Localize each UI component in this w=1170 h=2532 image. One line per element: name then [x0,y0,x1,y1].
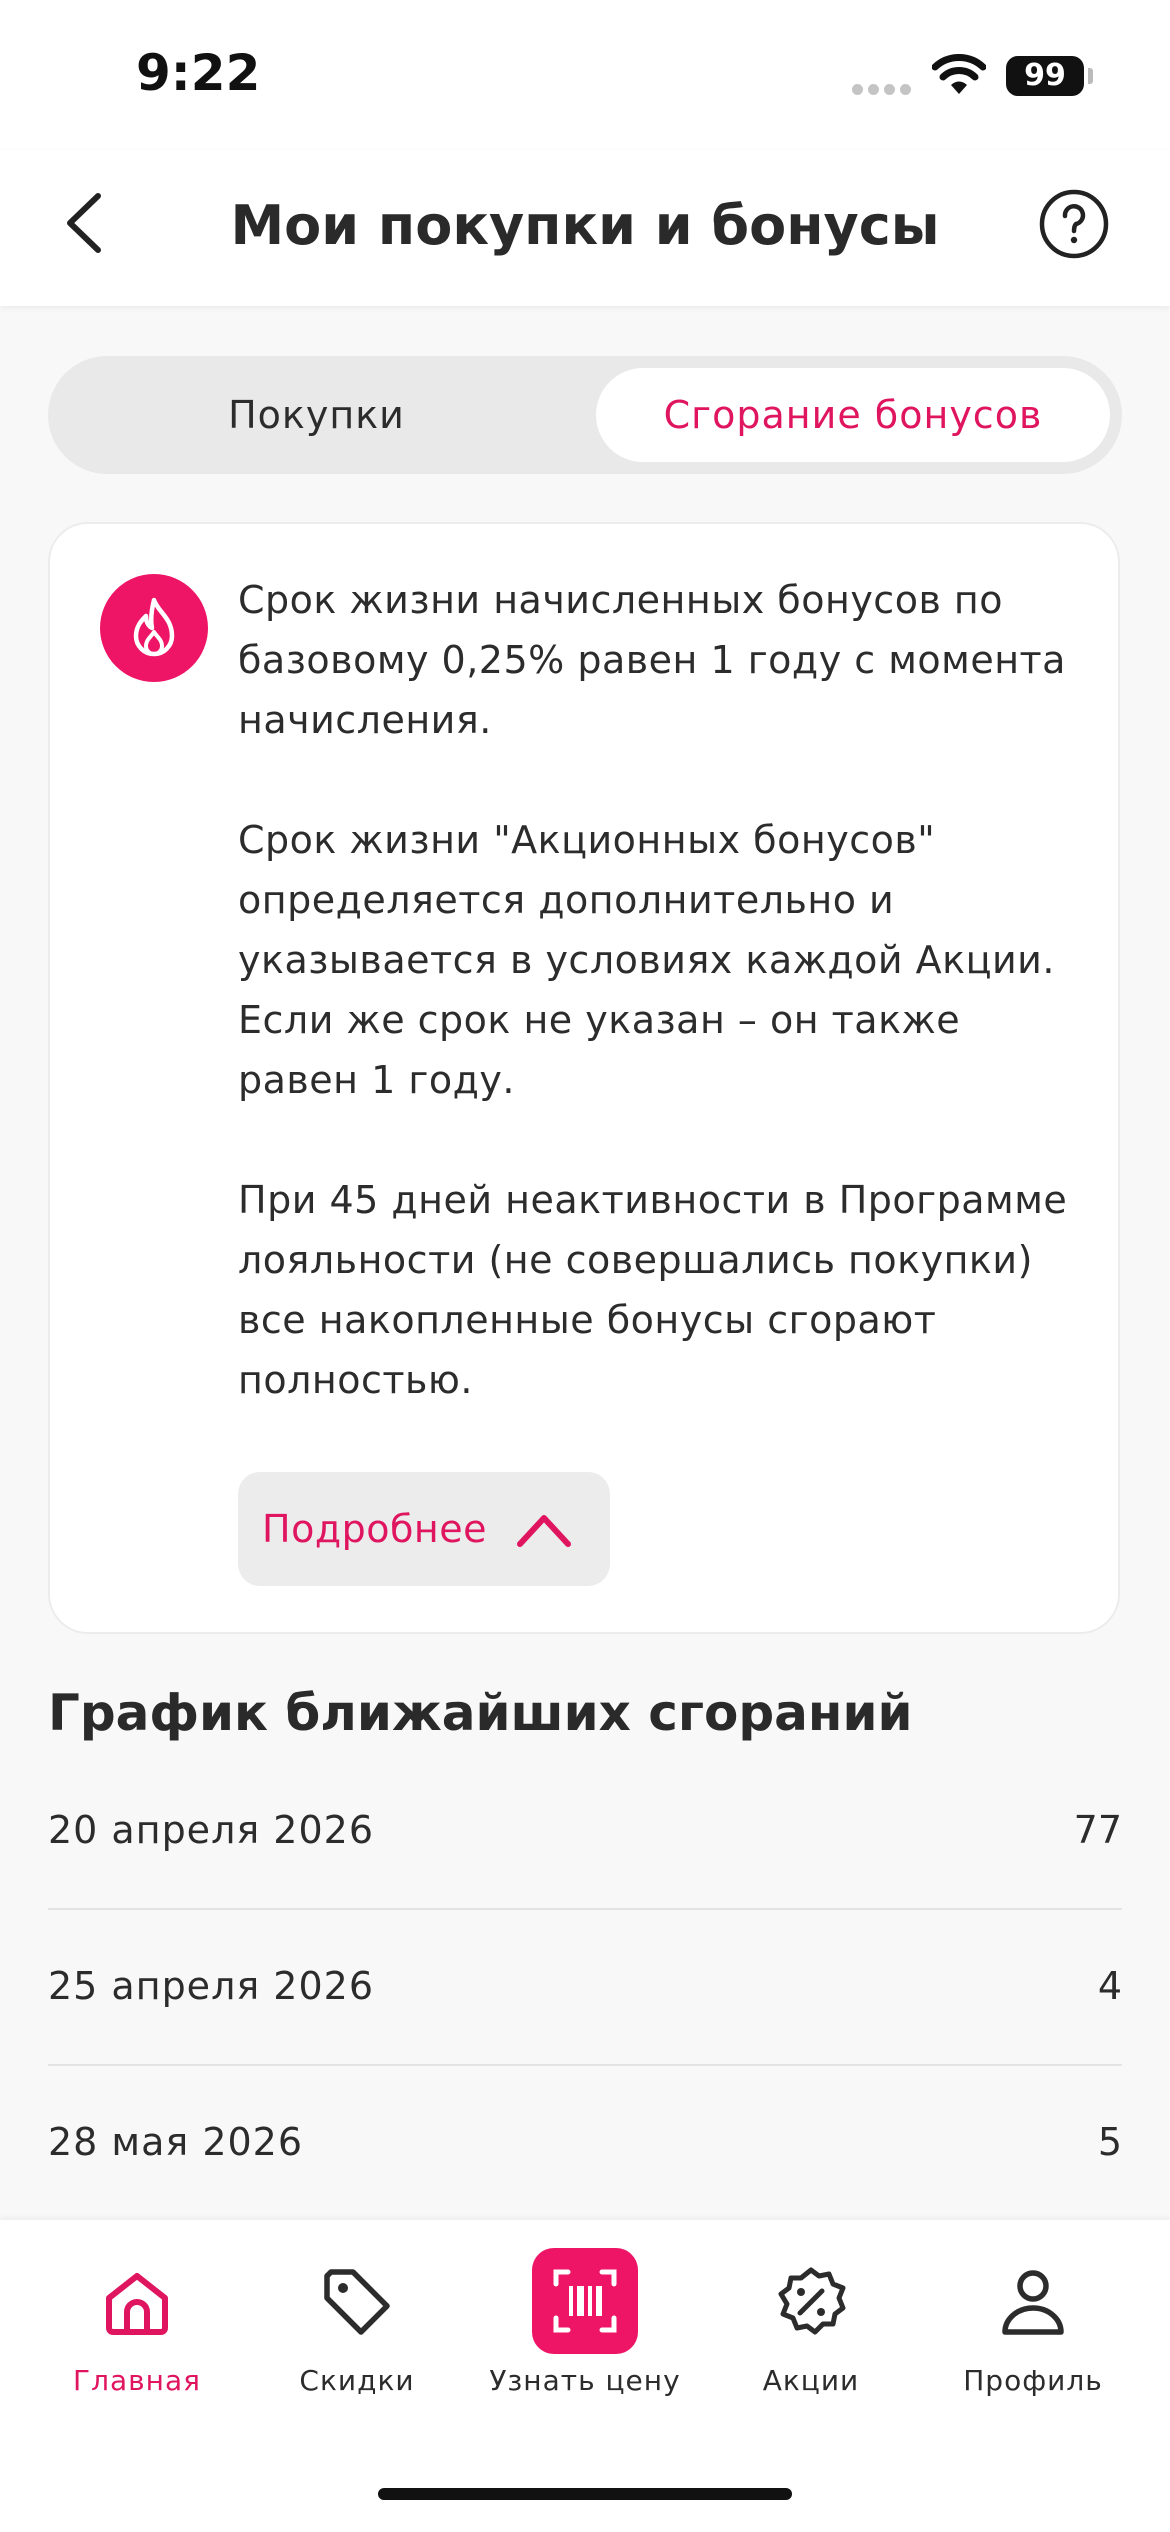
wifi-icon [932,54,986,94]
expiration-date: 28 мая 2026 [48,2120,304,2164]
status-bar: 9:22 99 [0,0,1170,150]
segmented-control: Покупки Сгорание бонусов [48,356,1122,474]
tab-promotions[interactable]: Акции [694,2220,928,2450]
info-paragraph: Срок жизни "Акционных бонусов" определяе… [238,818,1055,1102]
schedule-row: 20 апреля 2026 77 [48,1752,1122,1908]
tab-label: Главная [73,2364,201,2397]
bottom-tab-bar: Главная Скидки Узнать цену Акции Профиль [0,2220,1170,2532]
tab-profile[interactable]: Профиль [916,2220,1150,2450]
expiration-amount: 77 [1073,1808,1122,1852]
battery-indicator: 99 [1006,56,1084,96]
info-paragraph: Срок жизни начисленных бонусов по базово… [238,578,1066,742]
schedule-row: 25 апреля 2026 4 [48,1908,1122,2064]
tab-label: Профиль [963,2364,1103,2397]
expiration-date: 25 апреля 2026 [48,1964,374,2008]
cellular-signal-icon [852,80,916,99]
expiration-amount: 4 [1097,1964,1122,2008]
fire-icon [133,597,175,657]
tab-home[interactable]: Главная [20,2220,254,2450]
person-icon [1002,2270,1064,2335]
schedule-row: 28 мая 2026 5 [48,2064,1122,2220]
info-card: Срок жизни начисленных бонусов по базово… [48,522,1120,1634]
expiration-date: 20 апреля 2026 [48,1808,374,1852]
tab-label: Скидки [299,2364,415,2397]
percent-badge-icon [778,2267,846,2335]
more-details-button[interactable]: Подробнее [238,1472,610,1586]
help-icon[interactable] [1038,188,1110,260]
info-paragraph: При 45 дней неактивности в Программе лоя… [238,1178,1068,1402]
status-time: 9:22 [136,44,261,102]
battery-tip [1088,68,1093,84]
tag-icon [324,2269,390,2335]
schedule-title: График ближайших сгораний [48,1684,913,1742]
scan-button [532,2248,638,2354]
home-indicator [378,2488,792,2500]
fire-badge [100,574,208,682]
tab-check-price[interactable]: Узнать цену [468,2220,702,2450]
navigation-header: Мои покупки и бонусы [0,150,1170,306]
tab-label: Узнать цену [489,2364,681,2397]
page-title: Мои покупки и бонусы [230,194,940,257]
chevron-up-icon [517,1515,571,1547]
expiration-amount: 5 [1097,2120,1122,2164]
tab-purchases[interactable]: Покупки [48,356,585,474]
more-details-label: Подробнее [262,1507,488,1551]
barcode-icon [553,2269,617,2333]
tab-discounts[interactable]: Скидки [240,2220,474,2450]
tab-label: Акции [762,2364,860,2397]
tab-bonus-expiration[interactable]: Сгорание бонусов [596,368,1110,462]
info-text: Срок жизни начисленных бонусов по базово… [238,570,1088,1470]
home-icon [106,2273,168,2335]
